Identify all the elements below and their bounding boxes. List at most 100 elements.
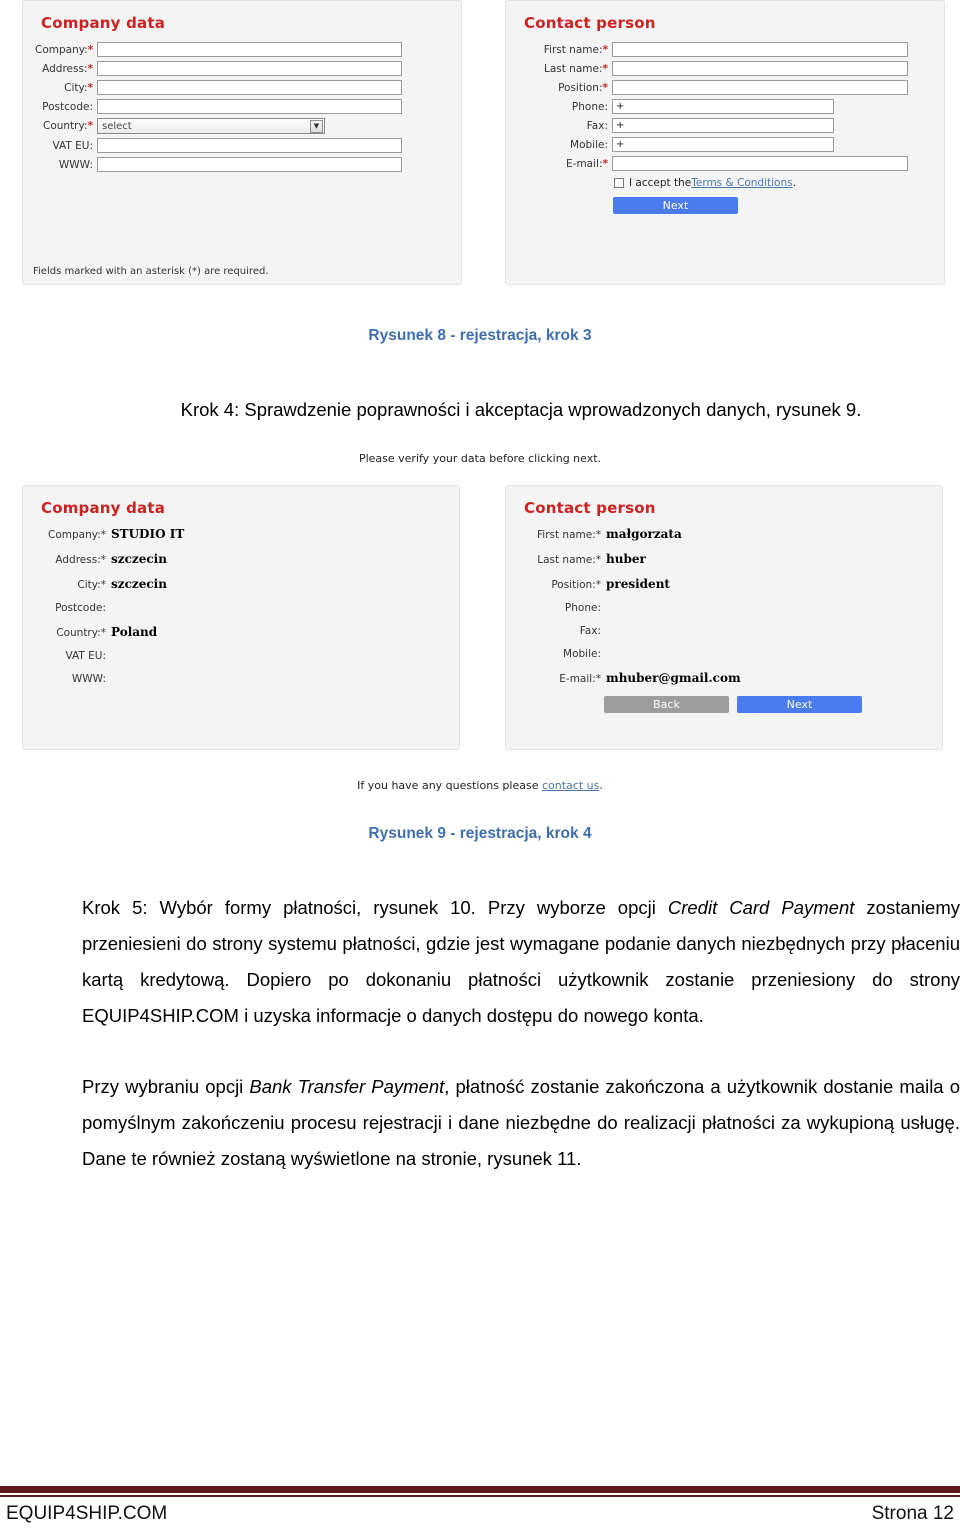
verify-row-value: mhuber@gmail.com xyxy=(606,671,741,685)
verify-row: WWW: xyxy=(33,673,459,685)
contact-person-panel: Contact person First name:* Last name:* Po… xyxy=(505,0,945,285)
required-fields-hint: Fields marked with an asterisk (*) are r… xyxy=(33,266,269,277)
verify-row: Postcode: xyxy=(33,602,459,614)
terms-and-conditions-link[interactable]: Terms & Conditions xyxy=(691,177,792,189)
country-select[interactable]: select ▼ xyxy=(97,118,325,134)
form-row: WWW: xyxy=(35,157,461,172)
footer-divider xyxy=(0,1486,960,1497)
contact-us-suffix: . xyxy=(599,779,603,792)
verify-row-value: szczecin xyxy=(111,552,167,566)
verify-row-value: president xyxy=(606,577,670,591)
verify-row-label: Mobile: xyxy=(563,648,601,660)
field-label: City:* xyxy=(64,81,93,94)
form-row: Address:* xyxy=(35,61,461,76)
form-row: Position:* xyxy=(518,80,944,95)
form-row: Last name:* xyxy=(518,61,944,76)
field-input[interactable] xyxy=(612,80,908,95)
verify-row-label: Last name:* xyxy=(537,554,601,566)
verify-row-label: Company:* xyxy=(48,529,106,541)
accept-terms-row[interactable]: I accept the Terms & Conditions . xyxy=(614,177,944,189)
document-page: Company data Company:* Address:* City:* Pos… xyxy=(0,0,960,1537)
form-row: Phone: + xyxy=(518,99,944,114)
field-label: Address:* xyxy=(42,62,93,75)
verify-row: VAT EU: xyxy=(33,650,459,662)
field-input[interactable]: + xyxy=(612,137,834,152)
field-input[interactable] xyxy=(97,157,402,172)
field-label: Phone: xyxy=(571,100,608,113)
form-row: E-mail:* xyxy=(518,156,944,171)
chevron-down-icon[interactable]: ▼ xyxy=(310,119,323,133)
verify-row-label: First name:* xyxy=(537,529,601,541)
field-input[interactable] xyxy=(97,99,402,114)
company-data-panel: Company data Company:* Address:* City:* Pos… xyxy=(22,0,462,285)
verify-company-data-title: Company data xyxy=(41,499,166,517)
form-row: Mobile: + xyxy=(518,137,944,152)
field-input[interactable]: + xyxy=(612,118,834,133)
contact-person-fields: First name:* Last name:* Position:* Phone: +… xyxy=(506,42,944,171)
company-data-title: Company data xyxy=(41,14,166,32)
verify-row-value: Poland xyxy=(111,625,158,639)
contact-us-link[interactable]: contact us xyxy=(542,779,599,792)
verify-row: Company:* STUDIO IT xyxy=(33,527,459,541)
field-input[interactable] xyxy=(612,156,908,171)
field-label: Mobile: xyxy=(570,138,608,151)
field-label: Country:* xyxy=(43,120,93,132)
verify-row-label: Postcode: xyxy=(55,602,106,614)
verify-row-value: huber xyxy=(606,552,646,566)
verify-contact-person-rows: First name:* małgorzata Last name:* huber Po… xyxy=(506,527,942,685)
field-input[interactable]: + xyxy=(612,99,834,114)
form-row: City:* xyxy=(35,80,461,95)
verify-row-label: Address:* xyxy=(55,554,106,566)
field-label: Last name:* xyxy=(543,62,608,75)
contact-person-title: Contact person xyxy=(524,14,656,32)
verify-row-label: Country:* xyxy=(56,627,106,639)
verify-next-button[interactable]: Next xyxy=(737,696,862,713)
verify-row: Phone: xyxy=(516,602,942,614)
p1-part-a: Krok 5: Wybór formy płatności, rysunek 1… xyxy=(82,897,668,918)
company-data-fields: Company:* Address:* City:* Postcode: Country… xyxy=(23,42,461,172)
figure-8-screenshot: Company data Company:* Address:* City:* Pos… xyxy=(0,0,960,290)
verify-row: Address:* szczecin xyxy=(33,552,459,566)
verify-row: Mobile: xyxy=(516,648,942,660)
field-input[interactable] xyxy=(612,61,908,76)
field-label: First name:* xyxy=(543,43,608,56)
field-label: Fax: xyxy=(586,119,608,132)
field-input[interactable] xyxy=(97,42,402,57)
footer-divider-thick xyxy=(0,1486,960,1493)
verify-row-value: małgorzata xyxy=(606,527,682,541)
verify-row: Fax: xyxy=(516,625,942,637)
field-input[interactable] xyxy=(97,61,402,76)
field-label: E-mail:* xyxy=(566,157,608,170)
footer-divider-thin xyxy=(0,1495,960,1497)
figure-9-screenshot: Please verify your data before clicking … xyxy=(0,452,960,792)
verify-data-note: Please verify your data before clicking … xyxy=(358,452,602,465)
field-input[interactable] xyxy=(97,80,402,95)
accept-terms-checkbox[interactable] xyxy=(614,178,624,188)
verify-row: City:* szczecin xyxy=(33,577,459,591)
verify-button-row: Back Next xyxy=(604,696,942,713)
accept-terms-prefix: I accept the xyxy=(629,177,692,189)
figure-8-caption: Rysunek 8 - rejestracja, krok 3 xyxy=(368,327,592,344)
field-label: Postcode: xyxy=(42,100,93,113)
next-button[interactable]: Next xyxy=(613,197,738,214)
verify-row-label: Phone: xyxy=(564,602,601,614)
heading-krok-4: Krok 4: Sprawdzenie poprawności i akcept… xyxy=(180,399,862,420)
p1-emphasis-credit-card: Credit Card Payment xyxy=(667,897,855,918)
verify-company-data-rows: Company:* STUDIO IT Address:* szczecin City:… xyxy=(23,527,459,685)
field-label: Company:* xyxy=(35,43,94,56)
body-paragraph-1: Krok 5: Wybór formy płatności, rysunek 1… xyxy=(82,890,960,1034)
p2-emphasis-bank-transfer: Bank Transfer Payment xyxy=(249,1076,445,1097)
form-row: Country:* select ▼ xyxy=(35,118,461,134)
form-row: First name:* xyxy=(518,42,944,57)
verify-row-label: VAT EU: xyxy=(65,650,107,662)
field-input[interactable] xyxy=(97,138,402,153)
contact-us-prefix: If you have any questions please xyxy=(357,779,542,792)
verify-company-data-panel: Company data Company:* STUDIO IT Address:*… xyxy=(22,485,460,750)
verify-contact-person-panel: Contact person First name:* małgorzata Las… xyxy=(505,485,943,750)
back-button[interactable]: Back xyxy=(604,696,729,713)
field-input[interactable] xyxy=(612,42,908,57)
verify-row: First name:* małgorzata xyxy=(516,527,942,541)
verify-row: Position:* president xyxy=(516,577,942,591)
footer-site-name: EQUIP4SHIP.COM xyxy=(6,1503,168,1524)
verify-row-label: E-mail:* xyxy=(559,673,601,685)
